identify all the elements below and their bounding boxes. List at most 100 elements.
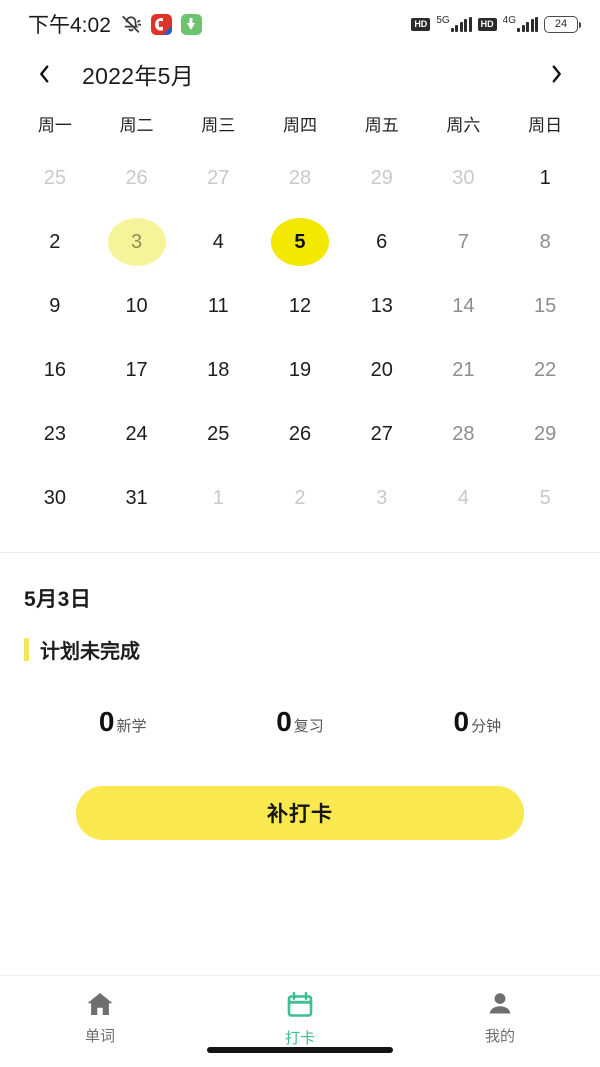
status-bar-right: HD 5G HD 4G 24 bbox=[411, 15, 581, 33]
tab-profile[interactable]: 我的 bbox=[400, 990, 600, 1046]
battery-percent: 24 bbox=[554, 17, 568, 30]
network-gen-sim2: 4G bbox=[502, 15, 516, 26]
day-cell-12[interactable]: 12 bbox=[271, 282, 329, 330]
day-cell-2-muted[interactable]: 2 bbox=[271, 474, 329, 522]
day-cell-5-today[interactable]: 5 bbox=[270, 218, 329, 266]
day-cell-24[interactable]: 24 bbox=[108, 410, 166, 458]
app-root: 下午4:02 HD 5G HD 4G 24 2022年5月 周一 周二 周三 周… bbox=[0, 0, 600, 1067]
day-cell-27-muted[interactable]: 27 bbox=[189, 154, 247, 202]
detail-date: 5月3日 bbox=[24, 588, 92, 611]
day-cell-1-muted[interactable]: 1 bbox=[189, 474, 247, 522]
day-cell-28-weekend[interactable]: 28 bbox=[434, 410, 492, 458]
hd-tag-sim1: HD bbox=[411, 17, 431, 31]
stat-item-1: 0 复习 bbox=[211, 708, 388, 736]
day-cell-30[interactable]: 30 bbox=[26, 474, 84, 522]
detail-status-label: 计划未完成 bbox=[40, 641, 140, 663]
day-cell-30-muted[interactable]: 30 bbox=[434, 154, 492, 202]
person-icon bbox=[485, 990, 515, 1018]
day-cell-23[interactable]: 23 bbox=[26, 410, 84, 458]
day-cell-13[interactable]: 13 bbox=[353, 282, 411, 330]
day-cell-17[interactable]: 17 bbox=[108, 346, 166, 394]
status-time: 下午4:02 bbox=[28, 14, 111, 37]
next-month-button[interactable] bbox=[536, 54, 576, 94]
day-cell-15-weekend[interactable]: 15 bbox=[516, 282, 574, 330]
day-cell-31[interactable]: 31 bbox=[108, 474, 166, 522]
day-cell-28-muted[interactable]: 28 bbox=[271, 154, 329, 202]
accent-bar bbox=[24, 638, 29, 661]
day-cell-25-muted[interactable]: 25 bbox=[26, 154, 84, 202]
tab-checkin-label: 打卡 bbox=[284, 1030, 315, 1047]
home-indicator bbox=[207, 1047, 393, 1053]
day-cell-26-muted[interactable]: 26 bbox=[108, 154, 166, 202]
day-cell-5-muted[interactable]: 5 bbox=[516, 474, 574, 522]
day-cell-16[interactable]: 16 bbox=[26, 346, 84, 394]
battery-indicator: 24 bbox=[544, 15, 581, 33]
signal-bars-sim2 bbox=[517, 17, 538, 32]
tab-words-label: 单词 bbox=[84, 1028, 115, 1045]
stat-value-1: 0 bbox=[276, 706, 292, 737]
day-cell-3-muted[interactable]: 3 bbox=[353, 474, 411, 522]
day-cell-25[interactable]: 25 bbox=[189, 410, 247, 458]
calendar-title: 2022年5月 bbox=[82, 63, 195, 89]
status-bar: 下午4:02 HD 5G HD 4G 24 bbox=[0, 0, 600, 48]
weekday-label-5: 周六 bbox=[446, 115, 481, 135]
day-cell-8-weekend[interactable]: 8 bbox=[516, 218, 574, 266]
download-badge-icon bbox=[180, 13, 202, 35]
stat-value-0: 0 bbox=[98, 706, 115, 737]
calendar-header: 2022年5月 bbox=[0, 48, 600, 100]
calendar-icon bbox=[285, 990, 315, 1020]
bottom-tab-bar[interactable]: 单词 打卡 我的 bbox=[0, 975, 600, 1067]
tab-checkin[interactable]: 打卡 bbox=[200, 990, 400, 1048]
bell-off-icon bbox=[120, 13, 142, 35]
day-cell-10[interactable]: 10 bbox=[108, 282, 166, 330]
day-cell-4-muted[interactable]: 4 bbox=[434, 474, 492, 522]
day-cell-9[interactable]: 9 bbox=[26, 282, 84, 330]
stat-item-0: 0 新学 bbox=[34, 708, 211, 736]
day-cell-4[interactable]: 4 bbox=[189, 218, 247, 266]
day-cell-26[interactable]: 26 bbox=[271, 410, 329, 458]
day-cell-29-muted[interactable]: 29 bbox=[353, 154, 411, 202]
day-cell-3-selected[interactable]: 3 bbox=[107, 218, 166, 266]
day-detail-panel: 5月3日 计划未完成 0 新学 0 复习 0 分钟 补打卡 bbox=[0, 553, 600, 975]
app-badge-c-icon bbox=[150, 13, 172, 35]
stat-item-2: 0 分钟 bbox=[389, 708, 566, 736]
day-cell-11[interactable]: 11 bbox=[189, 282, 247, 330]
stats-row: 0 新学 0 复习 0 分钟 bbox=[24, 708, 576, 736]
weekday-label-2: 周三 bbox=[201, 115, 236, 135]
day-cell-18[interactable]: 18 bbox=[189, 346, 247, 394]
stat-label-0: 新学 bbox=[116, 718, 147, 735]
day-cell-14-weekend[interactable]: 14 bbox=[434, 282, 492, 330]
stat-label-2: 分钟 bbox=[471, 718, 502, 735]
stat-label-1: 复习 bbox=[293, 718, 324, 735]
day-cell-1[interactable]: 1 bbox=[516, 154, 574, 202]
day-cell-2[interactable]: 2 bbox=[26, 218, 84, 266]
network-gen-sim1: 5G bbox=[436, 15, 450, 26]
day-cell-22-weekend[interactable]: 22 bbox=[516, 346, 574, 394]
weekday-label-4: 周五 bbox=[364, 115, 399, 135]
weekday-label-1: 周二 bbox=[119, 115, 154, 135]
home-icon bbox=[85, 990, 115, 1018]
day-cell-7-weekend[interactable]: 7 bbox=[434, 218, 492, 266]
tab-profile-label: 我的 bbox=[484, 1028, 515, 1045]
make-up-checkin-button[interactable]: 补打卡 bbox=[76, 786, 524, 840]
weekday-label-3: 周四 bbox=[282, 115, 317, 135]
prev-month-button[interactable] bbox=[24, 54, 64, 94]
signal-sim1: 5G bbox=[436, 15, 472, 32]
day-cell-27[interactable]: 27 bbox=[353, 410, 411, 458]
day-cell-6[interactable]: 6 bbox=[353, 218, 411, 266]
weekday-label-6: 周日 bbox=[528, 115, 563, 135]
day-cell-20[interactable]: 20 bbox=[353, 346, 411, 394]
day-cell-29-weekend[interactable]: 29 bbox=[516, 410, 574, 458]
day-cell-19[interactable]: 19 bbox=[271, 346, 329, 394]
detail-status: 计划未完成 bbox=[24, 635, 576, 664]
signal-sim2: 4G bbox=[503, 16, 538, 32]
day-cell-21-weekend[interactable]: 21 bbox=[434, 346, 492, 394]
weekday-label-0: 周一 bbox=[37, 115, 72, 135]
stat-value-2: 0 bbox=[453, 706, 470, 737]
weekday-header: 周一 周二 周三 周四 周五 周六 周日 bbox=[0, 100, 600, 146]
tab-words[interactable]: 单词 bbox=[0, 990, 200, 1046]
hd-tag-sim2: HD bbox=[477, 17, 497, 31]
signal-bars-sim1 bbox=[450, 17, 472, 32]
calendar-day-grid[interactable]: 25 26 27 28 29 30 1 2 3 4 5 6 7 8 9 10 11 12 13 14 15 16 17 18 1… bbox=[0, 146, 600, 530]
status-bar-left: 下午4:02 bbox=[28, 9, 202, 39]
